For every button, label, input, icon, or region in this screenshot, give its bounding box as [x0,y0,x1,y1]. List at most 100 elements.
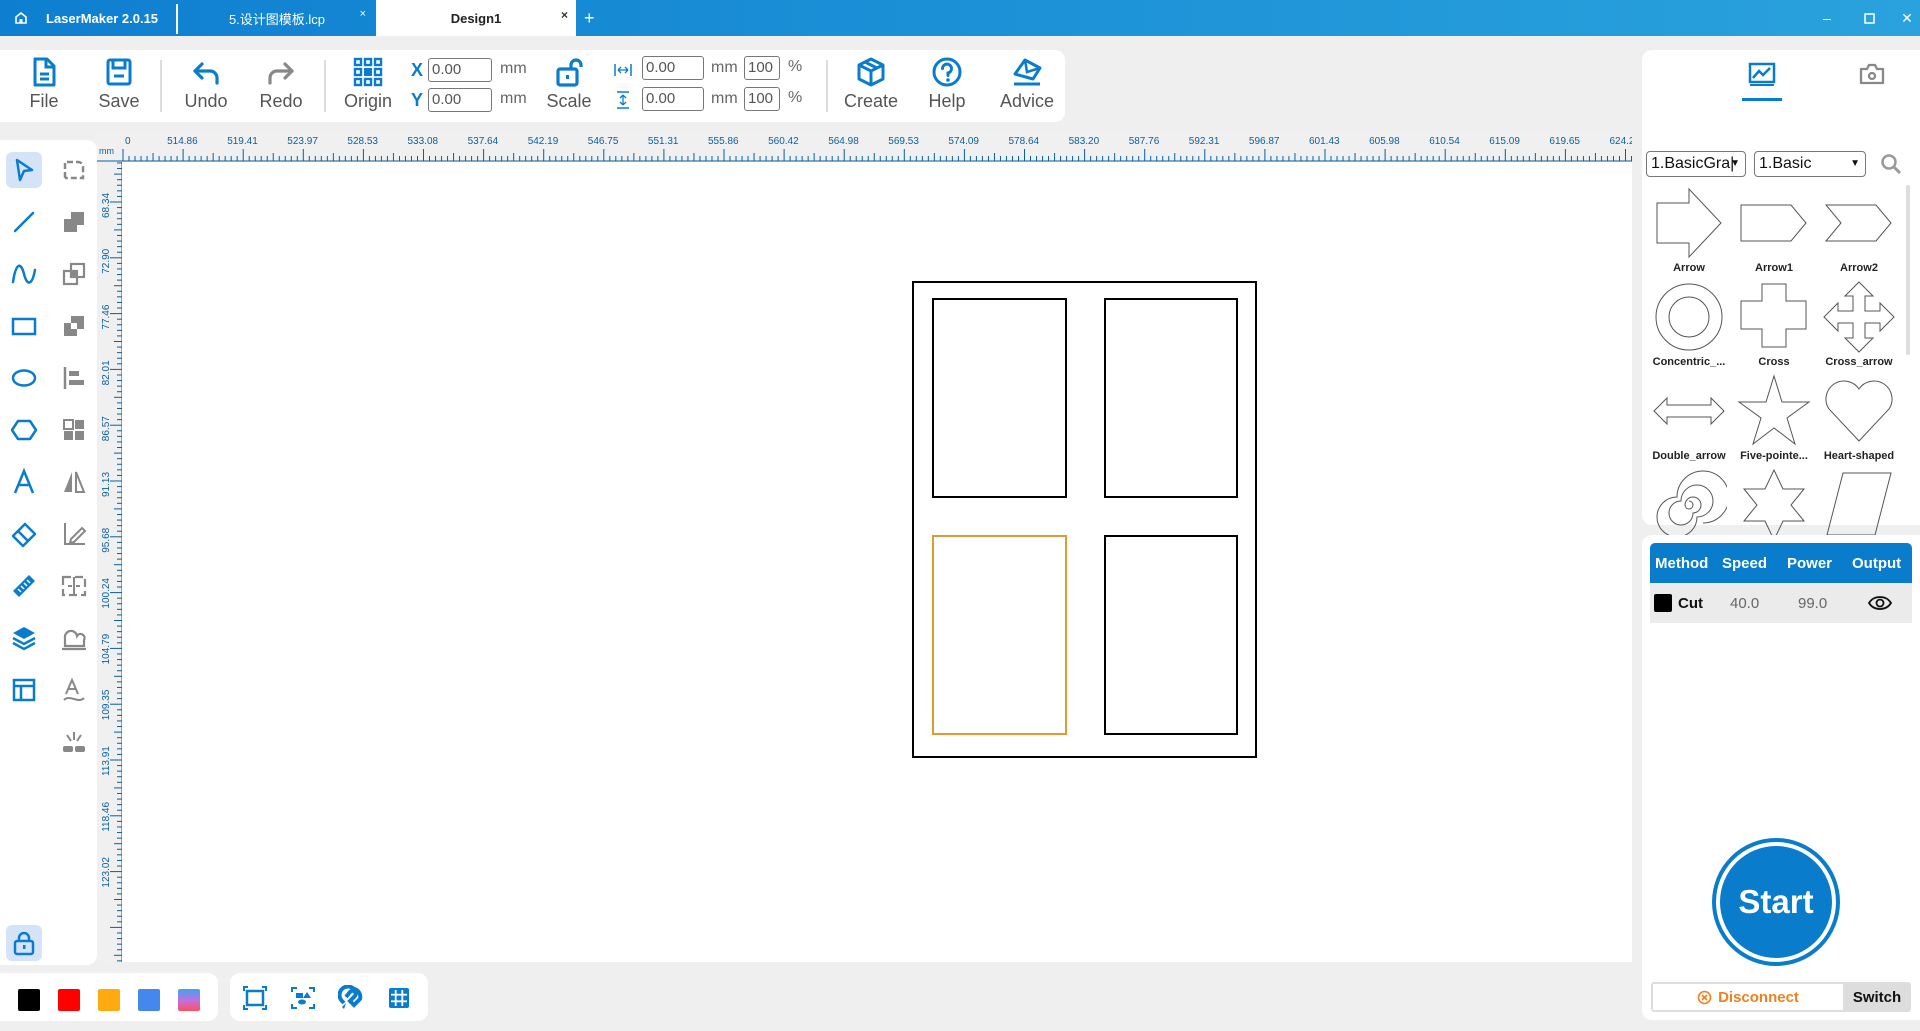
panel-bottom-right[interactable] [1104,535,1238,735]
fit-selection-button[interactable] [288,983,318,1013]
color-swatch-red[interactable] [58,989,80,1011]
eraser-tool[interactable] [6,516,42,552]
rectangle-tool[interactable] [6,308,42,344]
intersect-tool[interactable] [56,256,92,292]
design-canvas[interactable] [122,162,1632,962]
chevron-down-icon: ▼ [1850,158,1860,169]
y-position-input[interactable]: 0.00 [428,88,492,112]
color-swatch-orange[interactable] [98,989,120,1011]
text-path-tool[interactable] [56,672,92,708]
fit-page-button[interactable] [240,983,270,1013]
layers-icon [12,627,36,651]
layout-tool[interactable] [6,672,42,708]
line-icon [13,211,35,233]
create-button[interactable]: Create [841,56,901,112]
eye-icon[interactable] [1868,595,1892,611]
snap-button[interactable] [336,983,366,1013]
panel-bottom-left[interactable] [932,535,1067,735]
shape-arrow2[interactable]: Arrow2 [1817,185,1901,274]
layer-method[interactable]: Cut [1678,595,1703,612]
subtract-tool[interactable] [56,308,92,344]
tab-design1[interactable]: Design1 × [376,0,576,36]
shape-arrow1[interactable]: Arrow1 [1732,185,1816,274]
minimize-button[interactable]: – [1805,0,1849,36]
home-tab[interactable]: LaserMaker 2.0.15 [0,0,176,36]
offset-tool[interactable] [56,620,92,656]
star-icon [1737,374,1811,446]
shape-double-arrow[interactable]: Double_arrow [1647,373,1731,462]
layer-row[interactable]: Cut 40.0 99.0 [1650,583,1912,623]
split-tool[interactable] [56,568,92,604]
width-percent-input[interactable]: 100 [744,56,780,80]
shape-five-pointed-star[interactable]: Five-pointe... [1732,373,1816,462]
outer-frame[interactable] [912,281,1257,758]
ruler-tick-label: 82.01 [101,360,112,385]
ruler-tick-label: 583.20 [1069,136,1100,147]
layer-color-swatch[interactable] [1654,594,1672,612]
arrow-shape-icon [1656,187,1722,259]
start-button[interactable]: Start [1720,846,1832,958]
mirror-tool[interactable] [56,464,92,500]
tab-camera[interactable] [1847,56,1897,92]
ellipse-tool[interactable] [6,360,42,396]
layers-tool[interactable] [6,620,42,656]
shape-cross-arrow[interactable]: Cross_arrow [1817,279,1901,368]
layer-speed[interactable]: 40.0 [1730,595,1759,612]
color-swatch-gradient[interactable] [178,989,200,1011]
origin-button[interactable]: Origin [338,56,398,112]
disconnect-button[interactable]: Disconnect [1653,984,1843,1010]
x-position-input[interactable]: 0.00 [428,58,492,82]
toolbar-divider [324,60,326,112]
align-tool[interactable] [56,360,92,396]
horizontal-ruler[interactable]: mm 0 514.86 519.41 523.97 528.53 533.08 537.64 5… [97,132,1641,162]
shape-heart[interactable]: Heart-shaped [1817,373,1901,462]
advice-button[interactable]: Advice [996,56,1058,112]
select-tool[interactable] [6,152,42,188]
polygon-tool[interactable] [6,412,42,448]
category-select[interactable]: 1.BasicGra| ▼ [1646,151,1746,177]
panel-top-left[interactable] [932,298,1067,498]
switch-button[interactable]: Switch [1843,982,1911,1012]
close-window-button[interactable]: ✕ [1885,0,1920,36]
scale-lock-button[interactable]: Scale [539,56,599,112]
measure-tool[interactable] [6,568,42,604]
shapes-scrollbar[interactable] [1906,185,1910,355]
file-button[interactable]: File [14,56,74,112]
help-button[interactable]: Help [917,56,977,112]
subcategory-select[interactable]: 1.Basic ▼ [1754,151,1866,177]
redo-button[interactable]: Redo [251,56,311,112]
edit-node-tool[interactable] [56,516,92,552]
search-icon[interactable] [1880,153,1902,175]
color-swatch-black[interactable] [18,989,40,1011]
new-tab-button[interactable]: + [584,0,595,36]
color-swatch-blue[interactable] [138,989,160,1011]
shape-cross[interactable]: Cross [1732,279,1816,368]
curve-tool[interactable] [6,256,42,292]
height-percent-input[interactable]: 100 [744,87,780,111]
text-tool[interactable] [6,464,42,500]
shape-concentric[interactable]: Concentric_... [1647,279,1731,368]
header-power: Power [1787,554,1833,572]
laser-burst-tool[interactable] [56,724,92,760]
grid-button[interactable] [384,983,414,1013]
close-tab-icon[interactable]: × [360,8,366,20]
height-input[interactable]: 0.00 [642,87,704,111]
grid-icon [389,988,409,1008]
corner-tool[interactable] [56,152,92,188]
panel-top-right[interactable] [1104,298,1238,498]
ellipse-icon [11,369,37,387]
file-icon [33,57,56,87]
lock-toggle[interactable] [6,925,42,961]
array-tool[interactable] [56,412,92,448]
tab-design-template[interactable]: 5.设计图模板.lcp × [178,0,376,36]
union-tool[interactable] [56,204,92,240]
width-input[interactable]: 0.00 [642,56,704,80]
shape-arrow[interactable]: Arrow [1647,185,1731,274]
layer-power[interactable]: 99.0 [1798,595,1827,612]
undo-button[interactable]: Undo [176,56,236,112]
tab-graphics[interactable] [1737,56,1787,92]
vertical-ruler[interactable]: 68.34 72.90 77.46 82.01 86.57 91.13 95.68 100.2… [97,162,123,962]
save-button[interactable]: Save [89,56,149,112]
close-tab-icon[interactable]: × [561,8,568,22]
line-tool[interactable] [6,204,42,240]
